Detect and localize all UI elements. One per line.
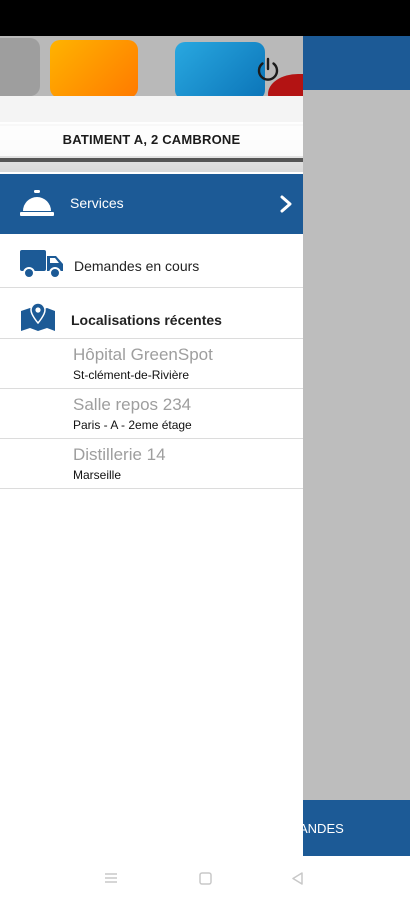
menu-icon[interactable]	[104, 872, 118, 884]
map-pin-icon	[21, 302, 55, 331]
status-bar	[0, 0, 410, 36]
drawer-header: BATIMENT A, 2 CAMBRONE	[0, 36, 303, 172]
background-bottom-bar[interactable]: ANDES	[299, 800, 410, 856]
location-address: Paris - A - 2eme étage	[73, 418, 192, 432]
recent-location-item[interactable]: Hôpital GreenSpot St-clément-de-Rivière	[0, 339, 303, 389]
localisations-label: Localisations récentes	[71, 312, 222, 328]
system-navigation-bar	[0, 856, 410, 900]
recent-location-item[interactable]: Salle repos 234 Paris - A - 2eme étage	[0, 389, 303, 439]
services-menu-item[interactable]: Services	[0, 174, 303, 234]
address-band: BATIMENT A, 2 CAMBRONE	[0, 122, 303, 156]
location-name: Distillerie 14	[73, 445, 166, 464]
recent-location-item[interactable]: Distillerie 14 Marseille	[0, 439, 303, 489]
location-name: Hôpital GreenSpot	[73, 345, 213, 364]
header-divider	[0, 158, 303, 162]
location-address: St-clément-de-Rivière	[73, 368, 190, 382]
demandes-menu-item[interactable]: Demandes en cours	[0, 236, 303, 288]
truck-icon	[20, 250, 63, 279]
location-address: Marseille	[73, 468, 122, 482]
current-address: BATIMENT A, 2 CAMBRONE	[62, 131, 241, 147]
navigation-drawer: BATIMENT A, 2 CAMBRONE Services Demandes…	[0, 36, 303, 856]
localisations-menu-item[interactable]: Localisations récentes	[0, 288, 303, 339]
location-name: Salle repos 234	[73, 395, 192, 414]
pillow-decor	[50, 40, 138, 98]
back-icon[interactable]	[291, 872, 304, 885]
demandes-label: Demandes en cours	[74, 258, 200, 274]
pillow-decor	[0, 38, 40, 96]
chevron-right-icon	[280, 195, 292, 213]
concierge-bell-icon	[20, 190, 54, 216]
background-app: ANDES	[299, 36, 410, 856]
services-label: Services	[70, 195, 124, 211]
pillow-decor	[175, 42, 265, 100]
power-icon[interactable]	[254, 56, 282, 84]
home-icon[interactable]	[199, 872, 212, 885]
background-bottom-label: ANDES	[299, 820, 344, 836]
background-header	[303, 36, 410, 90]
